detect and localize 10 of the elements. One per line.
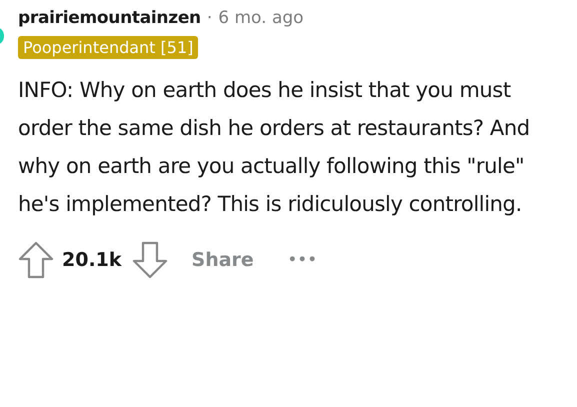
user-flair: Pooperintendant [51] (18, 36, 198, 59)
post-age: 6 mo. ago (218, 8, 304, 28)
vote-count: 20.1k (62, 249, 122, 271)
username[interactable]: prairiemountainzen (18, 8, 201, 28)
share-button[interactable]: Share (186, 245, 260, 275)
downvote-icon[interactable] (132, 241, 168, 279)
upvote-icon[interactable] (18, 241, 54, 279)
comment-text: INFO: Why on earth does he insist that you must order the same dish he orders at restaurants? And why on earth are you actually following this "rule" he's implemented? This is ridiculously controlling. (18, 77, 531, 218)
more-options-button[interactable]: ••• (282, 248, 324, 272)
separator-dot: · (206, 8, 212, 28)
